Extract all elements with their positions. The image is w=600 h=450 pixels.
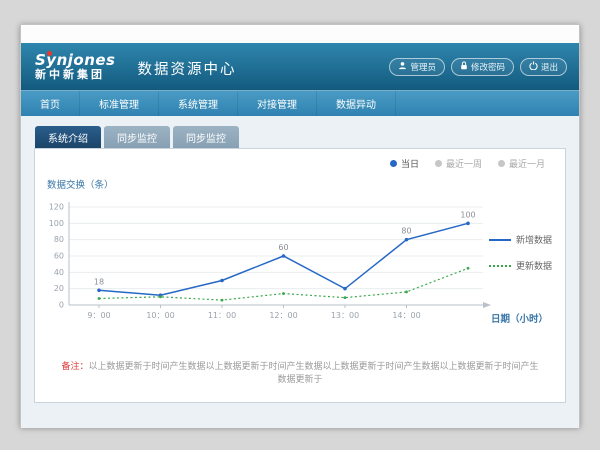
app-header: Synjones 新中新集团 数据资源中心 管理员 修改密码 退出	[21, 43, 579, 90]
footnote-prefix: 备注：	[61, 362, 88, 372]
svg-text:12：00: 12：00	[269, 311, 297, 320]
svg-text:20: 20	[54, 284, 64, 293]
chart-card: 当日 最近一周 最近一月 数据交换（条） 0 20 40 60 80 100 120 9：00…	[34, 148, 566, 403]
legend-item-new-data[interactable]: 新增数据	[489, 233, 552, 246]
key-icon	[460, 61, 468, 73]
filter-last-month-label: 最近一月	[509, 157, 545, 170]
logout-icon	[529, 61, 538, 73]
app-window: Synjones 新中新集团 数据资源中心 管理员 修改密码 退出	[20, 24, 580, 427]
filter-dot-today	[390, 160, 397, 167]
svg-text:0: 0	[59, 301, 64, 310]
svg-text:40: 40	[54, 268, 64, 277]
tab-sync-monitor-1[interactable]: 同步监控	[104, 126, 170, 148]
filter-today-label: 当日	[401, 157, 419, 170]
svg-text:80: 80	[401, 227, 411, 236]
series-legend: 新增数据 更新数据	[489, 233, 552, 285]
filter-today[interactable]: 当日	[390, 157, 419, 170]
footnote-text: 以上数据更新于时间产生数据以上数据更新于时间产生数据以上数据更新于时间产生数据以…	[89, 362, 539, 385]
range-filters: 当日 最近一周 最近一月	[390, 157, 545, 170]
change-password-button[interactable]: 修改密码	[451, 58, 514, 76]
filter-last-month[interactable]: 最近一月	[498, 157, 545, 170]
admin-user-button[interactable]: 管理员	[389, 58, 445, 76]
svg-text:9：00: 9：00	[87, 311, 110, 320]
main-nav: 首页 标准管理 系统管理 对接管理 数据异动	[21, 90, 579, 116]
admin-user-label: 管理员	[410, 61, 436, 73]
brand-logo: Synjones 新中新集团	[35, 52, 116, 81]
svg-text:11：00: 11：00	[208, 311, 236, 320]
data-exchange-line-chart: 0 20 40 60 80 100 120 9：00 10：00 11：00 12：00 13：00 1…	[47, 191, 497, 325]
legend-updated-data-label: 更新数据	[516, 259, 552, 272]
legend-new-data-label: 新增数据	[516, 233, 552, 246]
svg-text:10：00: 10：00	[146, 311, 174, 320]
user-controls: 管理员 修改密码 退出	[389, 58, 567, 76]
tab-system-intro[interactable]: 系统介绍	[35, 126, 101, 148]
filter-last-week-label: 最近一周	[446, 157, 482, 170]
page-title: 数据资源中心	[138, 58, 237, 79]
filter-dot-last-month	[498, 160, 505, 167]
logout-label: 退出	[541, 61, 558, 73]
legend-line-updated-data-icon	[489, 265, 511, 267]
content-area: 系统介绍 同步监控 同步监控 当日 最近一周 最近一月	[21, 116, 579, 428]
logout-button[interactable]: 退出	[520, 58, 567, 76]
nav-item-integration-mgmt[interactable]: 对接管理	[238, 91, 317, 116]
nav-item-standard-mgmt[interactable]: 标准管理	[80, 91, 159, 116]
tab-sync-monitor-2[interactable]: 同步监控	[173, 126, 239, 148]
svg-text:80: 80	[54, 235, 64, 244]
svg-text:18: 18	[94, 277, 104, 286]
page-top-strip	[21, 25, 579, 43]
x-axis-label: 日期（小时）	[491, 311, 548, 325]
footnote: 备注：以上数据更新于时间产生数据以上数据更新于时间产生数据以上数据更新于时间产生…	[45, 359, 555, 385]
svg-text:60: 60	[278, 243, 288, 252]
tab-bar: 系统介绍 同步监控 同步监控	[35, 126, 566, 148]
svg-text:13：00: 13：00	[331, 311, 359, 320]
chart-card-body: 当日 最近一周 最近一月 数据交换（条） 0 20 40 60 80 100 120 9：00…	[45, 157, 555, 394]
nav-item-data-change[interactable]: 数据异动	[317, 91, 396, 116]
svg-text:100: 100	[49, 219, 64, 228]
logo-subtitle: 新中新集团	[35, 69, 116, 81]
svg-text:14：00: 14：00	[392, 311, 420, 320]
svg-text:100: 100	[460, 210, 475, 219]
y-axis-label: 数据交换（条）	[47, 177, 114, 191]
svg-text:60: 60	[54, 252, 64, 261]
nav-item-system-mgmt[interactable]: 系统管理	[159, 91, 238, 116]
legend-line-new-data-icon	[489, 239, 511, 241]
legend-item-updated-data[interactable]: 更新数据	[489, 259, 552, 272]
nav-item-home[interactable]: 首页	[21, 91, 80, 116]
change-password-label: 修改密码	[471, 61, 505, 73]
filter-last-week[interactable]: 最近一周	[435, 157, 482, 170]
filter-dot-last-week	[435, 160, 442, 167]
svg-text:120: 120	[49, 203, 64, 212]
user-icon	[398, 61, 407, 73]
